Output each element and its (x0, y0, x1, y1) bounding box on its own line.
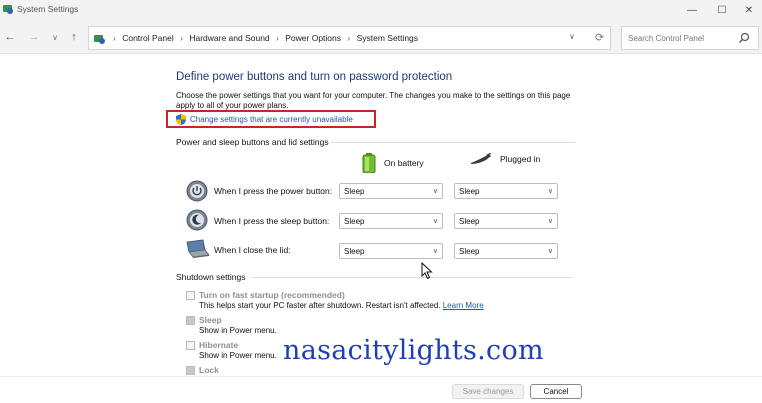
lock-option-title: Lock (199, 365, 219, 375)
lid-close-plugged-select[interactable]: Sleep ∨ (454, 243, 558, 259)
sleep-option-description: Show in Power menu. (199, 326, 277, 335)
chevron-down-icon: ∨ (547, 248, 553, 255)
learn-more-link[interactable]: Learn More (443, 301, 484, 310)
hibernate-option-title: Hibernate (199, 340, 239, 350)
close-button[interactable]: ✕ (734, 0, 762, 20)
on-battery-column-header: On battery (362, 153, 424, 173)
refresh-icon[interactable]: ⟳ (595, 31, 604, 44)
recent-locations-chevron-icon[interactable]: ∨ (47, 29, 63, 45)
section-divider (330, 142, 575, 143)
address-dropdown-chevron-icon[interactable]: ∨ (569, 32, 575, 41)
sleep-button-label: When I press the sleep button: (214, 216, 330, 226)
breadcrumb-separator-icon: › (347, 33, 351, 43)
lid-close-plugged-value: Sleep (459, 247, 480, 256)
change-settings-link[interactable]: Change settings that are currently unava… (166, 110, 376, 128)
breadcrumb-separator-icon: › (180, 33, 183, 43)
sleep-option: Sleep Show in Power menu. (186, 315, 277, 335)
plugged-in-column-header: Plugged in (470, 153, 540, 165)
save-changes-button[interactable]: Save changes (452, 384, 524, 399)
on-battery-label: On battery (384, 158, 424, 168)
up-arrow-icon[interactable]: ↑ (66, 29, 82, 45)
control-panel-icon (3, 5, 13, 14)
fast-startup-option: Turn on fast startup (recommended) This … (186, 290, 484, 310)
lid-close-battery-select[interactable]: Sleep ∨ (339, 243, 443, 259)
power-button-plugged-value: Sleep (459, 187, 480, 196)
chevron-down-icon: ∨ (547, 218, 553, 225)
power-button-label: When I press the power button: (214, 186, 333, 196)
power-button-plugged-select[interactable]: Sleep ∨ (454, 183, 558, 199)
lock-checkbox[interactable] (186, 366, 195, 375)
chevron-down-icon: ∨ (547, 188, 553, 195)
hibernate-option-description: Show in Power menu. (199, 351, 277, 360)
sleep-option-title: Sleep (199, 315, 222, 325)
section-divider (252, 277, 572, 278)
fast-startup-desc-text: This helps start your PC faster after sh… (199, 301, 441, 310)
navigation-bar: ← → ∨ ↑ › Control Panel › Hardware and S… (0, 22, 762, 54)
power-plug-icon (471, 153, 492, 164)
change-settings-link-text[interactable]: Change settings that are currently unava… (190, 115, 353, 124)
power-button-battery-value: Sleep (344, 187, 365, 196)
sleep-button-icon (186, 209, 208, 231)
battery-icon (362, 153, 376, 173)
mouse-cursor-icon (421, 262, 433, 280)
laptop-lid-icon (186, 239, 210, 258)
sleep-checkbox[interactable] (186, 316, 195, 325)
control-panel-icon (94, 35, 105, 44)
search-icon[interactable] (738, 32, 750, 44)
breadcrumb-system-settings[interactable]: System Settings (357, 33, 418, 43)
lid-close-battery-value: Sleep (344, 247, 365, 256)
minimize-button[interactable]: — (677, 0, 707, 20)
breadcrumb-control-panel[interactable]: Control Panel (122, 33, 174, 43)
breadcrumb-separator-icon: › (113, 33, 116, 43)
page-description: Choose the power settings that you want … (176, 91, 571, 110)
search-placeholder: Search Control Panel (628, 34, 705, 43)
address-bar[interactable]: › Control Panel › Hardware and Sound › P… (88, 26, 611, 50)
sleep-button-battery-select[interactable]: Sleep ∨ (339, 213, 443, 229)
breadcrumb: › Control Panel › Hardware and Sound › P… (109, 33, 418, 43)
breadcrumb-hardware-and-sound[interactable]: Hardware and Sound (189, 33, 269, 43)
hibernate-option: Hibernate Show in Power menu. (186, 340, 277, 360)
maximize-button[interactable]: ☐ (707, 0, 737, 20)
power-section-title: Power and sleep buttons and lid settings (176, 137, 329, 147)
sleep-button-plugged-select[interactable]: Sleep ∨ (454, 213, 558, 229)
power-button-icon (186, 180, 208, 202)
lock-option: Lock (186, 365, 219, 375)
watermark-text: nasacitylights.com (283, 335, 544, 366)
hibernate-checkbox[interactable] (186, 341, 195, 350)
forward-arrow-icon[interactable]: → (26, 29, 42, 45)
page-title: Define power buttons and turn on passwor… (176, 71, 453, 83)
search-input[interactable]: Search Control Panel (621, 26, 759, 50)
lid-close-label: When I close the lid: (214, 245, 291, 255)
window-title: System Settings (17, 4, 79, 14)
power-button-battery-select[interactable]: Sleep ∨ (339, 183, 443, 199)
footer-bar (0, 376, 762, 403)
chevron-down-icon: ∨ (432, 248, 438, 255)
plugged-in-label: Plugged in (500, 154, 541, 164)
fast-startup-title: Turn on fast startup (recommended) (199, 290, 345, 300)
title-bar: System Settings — ☐ ✕ (0, 0, 762, 22)
uac-shield-icon (176, 113, 186, 125)
cancel-button[interactable]: Cancel (530, 384, 582, 399)
breadcrumb-separator-icon: › (276, 33, 279, 43)
back-arrow-icon[interactable]: ← (2, 29, 18, 45)
fast-startup-checkbox[interactable] (186, 291, 195, 300)
fast-startup-description: This helps start your PC faster after sh… (199, 301, 484, 310)
breadcrumb-power-options[interactable]: Power Options (285, 33, 341, 43)
chevron-down-icon: ∨ (432, 218, 438, 225)
sleep-button-battery-value: Sleep (344, 217, 365, 226)
chevron-down-icon: ∨ (432, 188, 438, 195)
shutdown-section-title: Shutdown settings (176, 272, 246, 282)
sleep-button-plugged-value: Sleep (459, 217, 480, 226)
